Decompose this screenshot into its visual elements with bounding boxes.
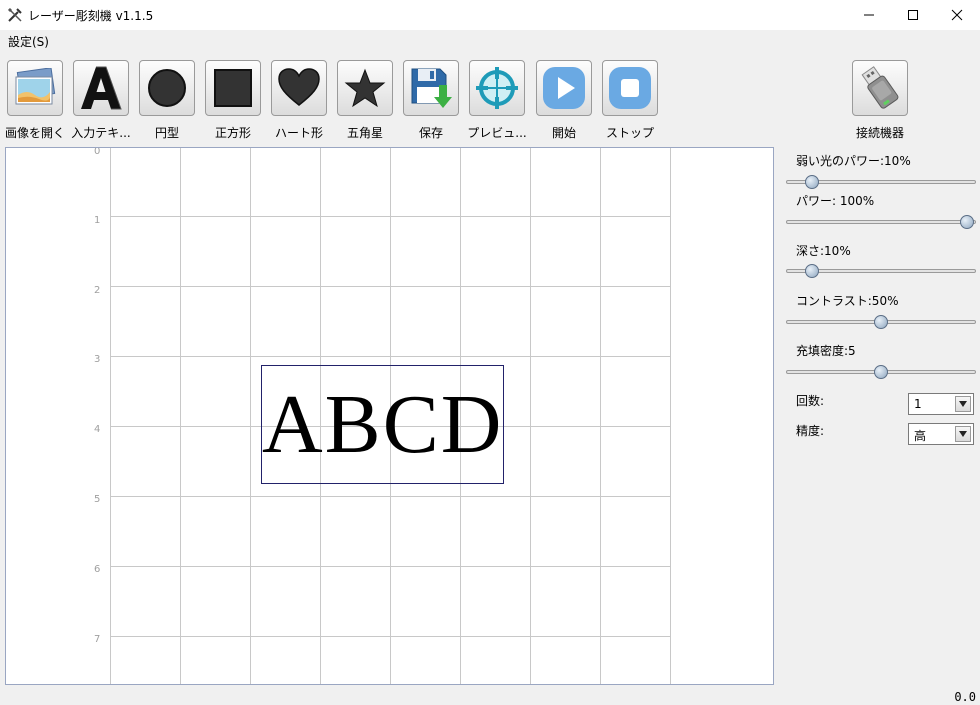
grid-line	[110, 566, 670, 567]
grid-line	[110, 496, 670, 497]
grid-line	[110, 148, 111, 684]
grid-line	[250, 148, 251, 684]
star-icon	[344, 68, 386, 108]
grid-line	[600, 148, 601, 684]
preview-button[interactable]	[469, 60, 525, 116]
power-slider[interactable]	[786, 220, 976, 224]
grid-line	[110, 216, 670, 217]
weak-power-label: 弱い光のパワー:10%	[796, 154, 911, 168]
usb-icon	[861, 66, 899, 109]
power-label: パワー: 100%	[796, 194, 875, 208]
weak-power-slider-thumb[interactable]	[805, 175, 820, 189]
minimize-icon	[864, 14, 874, 16]
status-readout: 0.0	[954, 690, 976, 704]
stop-label: ストップ	[605, 126, 654, 140]
grid-line	[110, 636, 670, 637]
fill-density-label: 充填密度:5	[796, 344, 856, 358]
count-label: 回数:	[796, 394, 825, 408]
play-icon	[543, 67, 585, 109]
star-button[interactable]	[337, 60, 393, 116]
maximize-button[interactable]	[890, 0, 936, 30]
count-value: 1	[914, 397, 922, 411]
y-tick-label: 6	[94, 564, 101, 575]
fill-density-slider-thumb[interactable]	[874, 365, 888, 379]
y-tick-label: 2	[94, 285, 101, 296]
y-tick-label: 0	[94, 147, 101, 157]
heart-label: ハート形	[274, 126, 323, 140]
grid-line	[110, 356, 670, 357]
text-object: ABCD	[262, 378, 504, 471]
depth-label: 深さ:10%	[796, 244, 851, 258]
connect-device-label: 接続機器	[855, 126, 904, 140]
open-image-label: 画像を開く	[4, 126, 65, 140]
square-label: 正方形	[214, 126, 251, 140]
save-icon	[411, 68, 452, 108]
text-a-icon	[81, 66, 122, 110]
grid-line	[670, 148, 671, 684]
stop-button[interactable]	[602, 60, 658, 116]
input-text-button[interactable]	[73, 60, 129, 116]
circle-label: 円型	[154, 126, 179, 140]
power-slider-thumb[interactable]	[960, 215, 974, 229]
minimize-button[interactable]	[846, 0, 892, 30]
square-icon	[214, 69, 252, 107]
open-image-button[interactable]	[7, 60, 63, 116]
chevron-down-icon[interactable]	[955, 396, 971, 412]
tools-icon	[8, 8, 22, 22]
image-icon	[15, 68, 56, 105]
precision-label: 精度:	[796, 424, 825, 438]
heart-icon	[278, 68, 320, 106]
maximize-icon	[908, 10, 918, 20]
y-tick-label: 4	[94, 424, 101, 435]
input-text-label: 入力テキ...	[71, 126, 131, 140]
start-label: 開始	[551, 126, 576, 140]
save-button[interactable]	[403, 60, 459, 116]
y-tick-label: 1	[94, 215, 101, 226]
engraving-canvas[interactable]: 0 1 2 3 4 5 6 7 ABCD	[5, 147, 774, 685]
square-button[interactable]	[205, 60, 261, 116]
menu-settings[interactable]: 設定(S)	[8, 33, 49, 50]
y-tick-label: 3	[94, 354, 101, 365]
y-tick-label: 7	[94, 634, 101, 645]
save-label: 保存	[418, 126, 443, 140]
circle-button[interactable]	[139, 60, 195, 116]
menu-bar: 設定(S)	[0, 30, 980, 50]
star-label: 五角星	[346, 126, 383, 140]
stop-icon	[609, 67, 651, 109]
close-button[interactable]	[934, 0, 980, 30]
heart-button[interactable]	[271, 60, 327, 116]
grid-line	[110, 286, 670, 287]
window-title: レーザー彫刻機 v1.1.5	[28, 9, 154, 23]
text-object-selection[interactable]: ABCD	[261, 365, 504, 484]
depth-slider-thumb[interactable]	[805, 264, 820, 278]
grid-line	[180, 148, 181, 684]
count-select[interactable]: 1	[908, 393, 974, 415]
contrast-slider-thumb[interactable]	[874, 315, 888, 329]
crosshair-icon	[476, 67, 518, 109]
contrast-label: コントラスト:50%	[796, 294, 899, 308]
precision-value: 高	[914, 429, 927, 443]
precision-select[interactable]: 高	[908, 423, 974, 445]
grid-line	[530, 148, 531, 684]
chevron-down-icon[interactable]	[955, 426, 971, 442]
connect-device-button[interactable]	[852, 60, 908, 116]
y-tick-label: 5	[94, 494, 101, 505]
title-bar: レーザー彫刻機 v1.1.5	[0, 0, 980, 30]
close-icon	[951, 9, 963, 21]
circle-icon	[148, 69, 186, 107]
preview-label: プレビュ...	[467, 126, 527, 140]
start-button[interactable]	[536, 60, 592, 116]
